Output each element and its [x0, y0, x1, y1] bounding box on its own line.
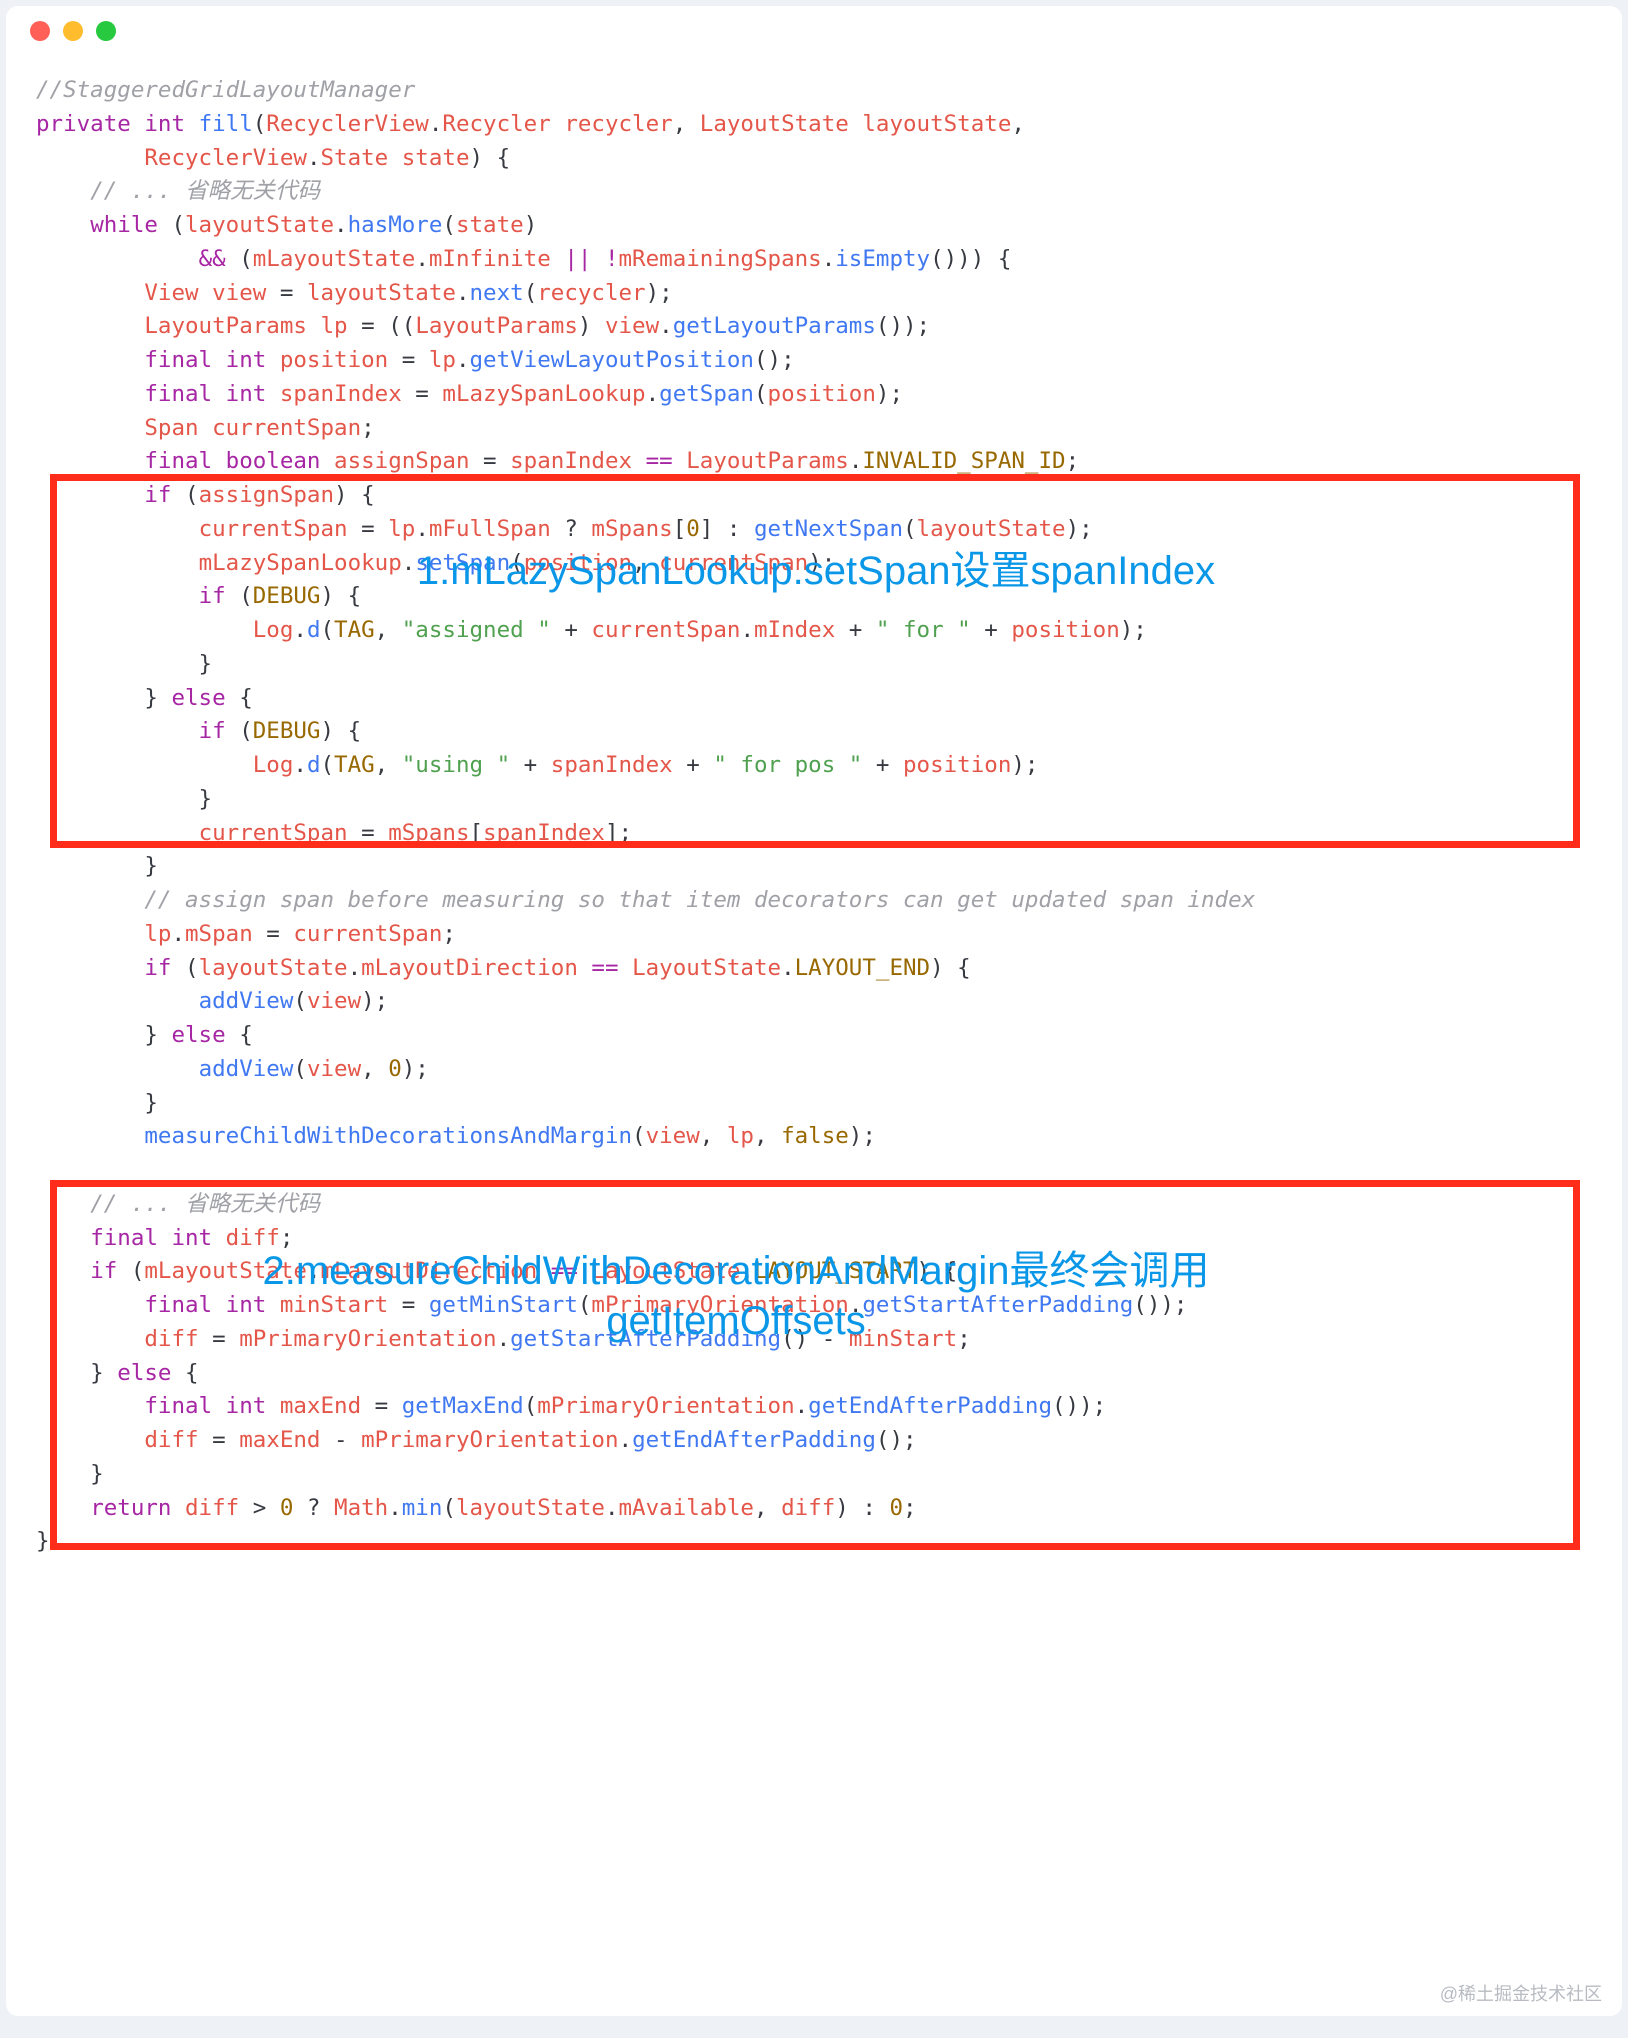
- minimize-icon[interactable]: [63, 21, 83, 41]
- code-comment: // ... 省略无关代码: [90, 178, 320, 204]
- maximize-icon[interactable]: [96, 21, 116, 41]
- code-window: //StaggeredGridLayoutManager private int…: [6, 6, 1622, 2016]
- code-comment: // ... 省略无关代码: [90, 1191, 320, 1217]
- code-comment: //StaggeredGridLayoutManager: [36, 77, 415, 103]
- code-block: //StaggeredGridLayoutManager private int…: [6, 56, 1622, 1589]
- code-comment: // assign span before measuring so that …: [144, 887, 1255, 913]
- close-icon[interactable]: [30, 21, 50, 41]
- window-titlebar: [6, 6, 1622, 56]
- watermark: @稀土掘金技术社区: [1440, 1980, 1602, 2006]
